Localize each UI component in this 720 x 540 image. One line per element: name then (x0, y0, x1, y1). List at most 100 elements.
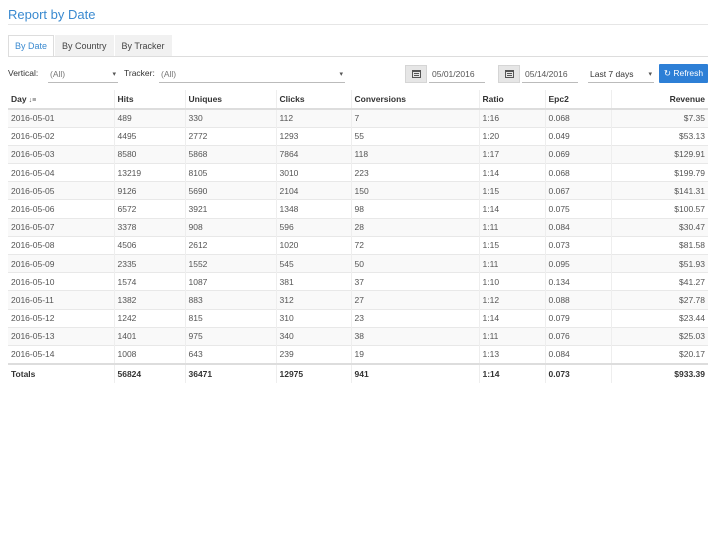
cell-clicks: 2104 (276, 181, 352, 200)
cell-ratio: 1:20 (479, 126, 546, 146)
totals-hits: 56824 (114, 362, 186, 383)
cell-ratio: 1:17 (479, 144, 546, 164)
column-header-hits[interactable]: Hits (114, 90, 186, 110)
cell-ratio: 1:11 (479, 326, 546, 346)
cell-revenue: $53.13 (611, 126, 708, 146)
cell-epc2: 0.079 (545, 308, 612, 328)
tracker-select[interactable]: (All) ▾ (159, 66, 345, 83)
cell-revenue: $81.58 (611, 235, 708, 255)
cell-revenue: $199.79 (611, 163, 708, 182)
cell-hits: 4506 (114, 235, 186, 255)
cell-clicks: 545 (276, 253, 352, 273)
cell-ratio: 1:10 (479, 272, 546, 291)
cell-day: 2016-05-06 (8, 199, 115, 219)
tab-by-date[interactable]: By Date (8, 35, 55, 57)
cell-epc2: 0.073 (545, 235, 612, 255)
refresh-button-label: Refresh (673, 68, 704, 78)
cell-uniques: 2772 (185, 126, 277, 146)
cell-hits: 489 (114, 108, 186, 128)
report-table: Day ↓≡ Hits Uniques Clicks Conversions Ra… (8, 90, 708, 383)
cell-conversions: 50 (351, 253, 480, 273)
cell-clicks: 312 (276, 290, 352, 310)
table-row: 2016-05-09 2335 1552 545 50 1:11 0.095 $51.93 (8, 253, 708, 273)
cell-ratio: 1:15 (479, 181, 546, 200)
tab-by-country[interactable]: By Country (55, 35, 114, 57)
cell-uniques: 908 (185, 217, 277, 237)
column-header-day[interactable]: Day ↓≡ (8, 90, 115, 110)
cell-clicks: 340 (276, 326, 352, 346)
column-header-uniques[interactable]: Uniques (185, 90, 277, 110)
cell-uniques: 815 (185, 308, 277, 328)
cell-clicks: 7864 (276, 144, 352, 164)
cell-epc2: 0.088 (545, 290, 612, 310)
refresh-icon: ↻ (663, 68, 671, 78)
column-header-clicks[interactable]: Clicks (276, 90, 352, 110)
date-to-input[interactable]: 05/14/2016 (522, 66, 578, 83)
cell-clicks: 596 (276, 217, 352, 237)
cell-hits: 4495 (114, 126, 186, 146)
cell-revenue: $20.17 (611, 344, 708, 364)
page-title: Report by Date (8, 7, 96, 22)
table-row: 2016-05-11 1382 883 312 27 1:12 0.088 $27.78 (8, 290, 708, 310)
cell-day: 2016-05-02 (8, 126, 115, 146)
cell-conversions: 55 (351, 126, 480, 146)
cell-hits: 8580 (114, 144, 186, 164)
cell-revenue: $7.35 (611, 108, 708, 128)
cell-hits: 1401 (114, 326, 186, 346)
totals-label: Totals (8, 362, 115, 383)
cell-conversions: 38 (351, 326, 480, 346)
cell-hits: 13219 (114, 163, 186, 182)
cell-uniques: 883 (185, 290, 277, 310)
table-row: 2016-05-07 3378 908 596 28 1:11 0.084 $30.47 (8, 217, 708, 237)
date-to-calendar-button[interactable] (498, 65, 520, 83)
table-row: 2016-05-12 1242 815 310 23 1:14 0.079 $23.44 (8, 308, 708, 328)
chevron-down-icon: ▾ (648, 71, 652, 78)
column-header-revenue[interactable]: Revenue (611, 90, 708, 110)
cell-uniques: 1552 (185, 253, 277, 273)
refresh-button[interactable]: ↻ Refresh (659, 64, 708, 83)
cell-day: 2016-05-12 (8, 308, 115, 328)
cell-conversions: 19 (351, 344, 480, 364)
cell-conversions: 23 (351, 308, 480, 328)
cell-clicks: 1348 (276, 199, 352, 219)
table-row: 2016-05-05 9126 5690 2104 150 1:15 0.067 $141.3… (8, 181, 708, 200)
cell-epc2: 0.084 (545, 217, 612, 237)
calendar-icon (411, 70, 421, 78)
cell-hits: 2335 (114, 253, 186, 273)
cell-uniques: 2612 (185, 235, 277, 255)
date-from-calendar-button[interactable] (405, 65, 427, 83)
vertical-select[interactable]: (All) ▾ (48, 66, 118, 83)
cell-conversions: 223 (351, 163, 480, 182)
cell-day: 2016-05-13 (8, 326, 115, 346)
cell-clicks: 1020 (276, 235, 352, 255)
table-body: 2016-05-01 489 330 112 7 1:16 0.068 $7.35 2016-0… (8, 108, 708, 364)
cell-hits: 6572 (114, 199, 186, 219)
cell-epc2: 0.084 (545, 344, 612, 364)
sort-icon: ↓≡ (28, 97, 37, 104)
cell-revenue: $41.27 (611, 272, 708, 291)
cell-ratio: 1:11 (479, 253, 546, 273)
totals-revenue: $933.39 (611, 362, 708, 383)
cell-ratio: 1:14 (479, 308, 546, 328)
cell-conversions: 7 (351, 108, 480, 128)
date-range-select[interactable]: Last 7 days ▾ (588, 66, 654, 83)
cell-epc2: 0.134 (545, 272, 612, 291)
cell-epc2: 0.075 (545, 199, 612, 219)
column-header-epc2[interactable]: Epc2 (545, 90, 612, 110)
date-from-input[interactable]: 05/01/2016 (429, 66, 485, 83)
cell-hits: 1008 (114, 344, 186, 364)
cell-day: 2016-05-07 (8, 217, 115, 237)
cell-uniques: 643 (185, 344, 277, 364)
cell-conversions: 72 (351, 235, 480, 255)
column-header-ratio[interactable]: Ratio (479, 90, 546, 110)
cell-revenue: $51.93 (611, 253, 708, 273)
table-row: 2016-05-02 4495 2772 1293 55 1:20 0.049 $53.13 (8, 126, 708, 146)
calendar-icon (504, 70, 514, 78)
tab-by-tracker[interactable]: By Tracker (114, 35, 172, 57)
column-header-conversions[interactable]: Conversions (351, 90, 480, 110)
cell-clicks: 3010 (276, 163, 352, 182)
table-row: 2016-05-04 13219 8105 3010 223 1:14 0.068 $199.… (8, 163, 708, 182)
totals-epc2: 0.073 (545, 362, 612, 383)
chevron-down-icon: ▾ (339, 71, 343, 78)
report-tabs: By Date By Country By Tracker (8, 35, 173, 57)
